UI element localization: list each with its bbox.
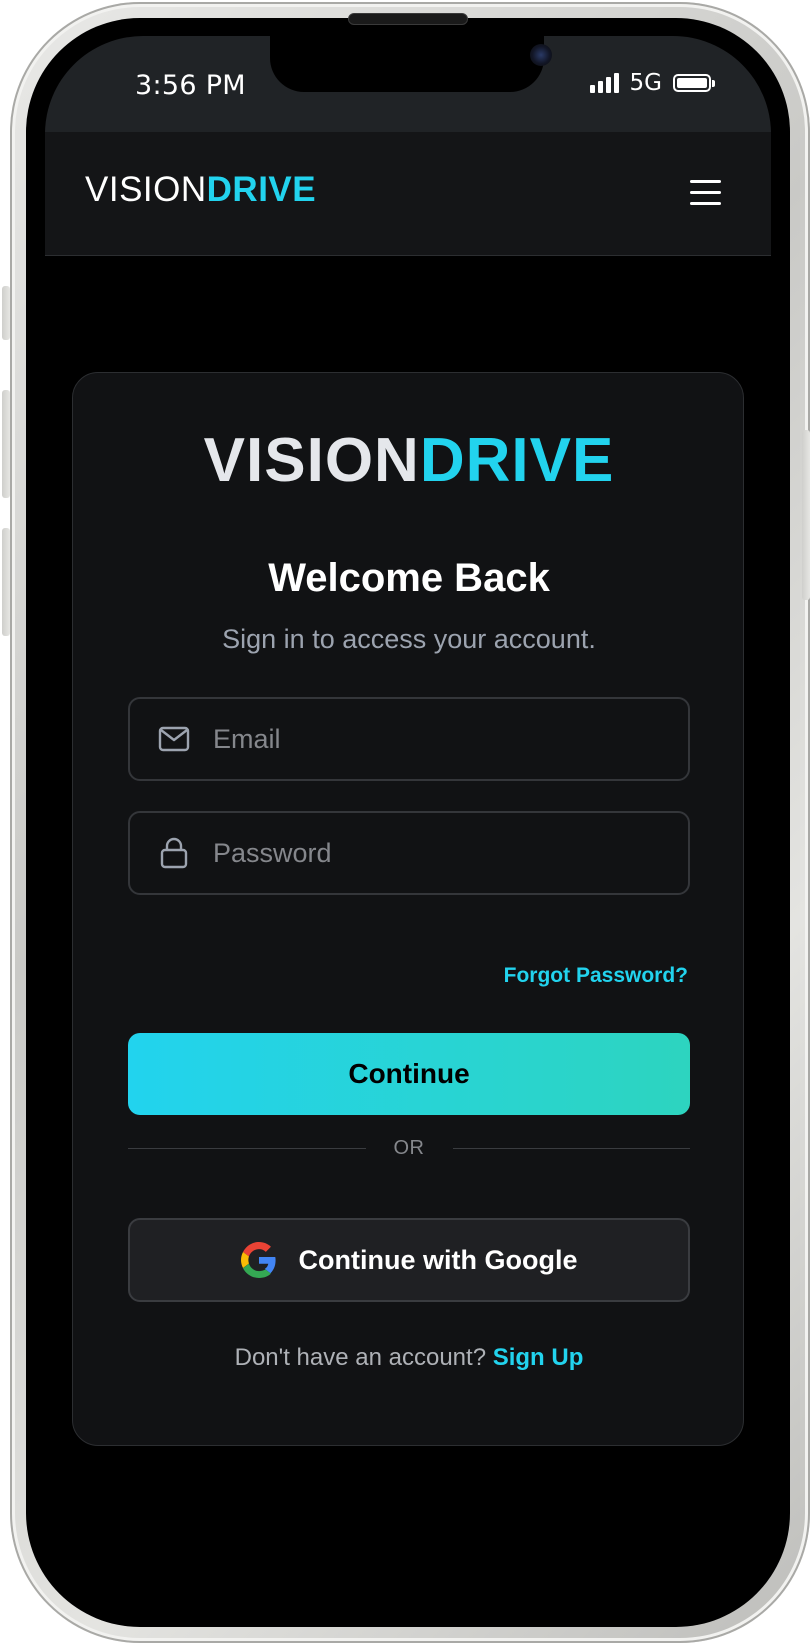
email-input[interactable] — [213, 699, 688, 779]
hamburger-menu-icon[interactable] — [683, 172, 727, 212]
continue-with-google-button[interactable]: Continue with Google — [128, 1218, 690, 1302]
forgot-password-link[interactable]: Forgot Password? — [504, 964, 688, 988]
password-input[interactable] — [213, 813, 688, 893]
divider-or-text: OR — [393, 1136, 425, 1159]
signup-prompt-text: Don't have an account? — [234, 1344, 487, 1371]
sign-up-link[interactable]: Sign Up — [493, 1344, 584, 1371]
phone-speaker — [348, 13, 468, 25]
battery-icon — [673, 74, 715, 92]
logo-text-drive: DRIVE — [419, 426, 615, 495]
or-divider: OR — [128, 1133, 690, 1163]
phone-volume-down-button — [2, 528, 10, 636]
dynamic-notch — [270, 36, 552, 92]
signup-prompt-row: Don't have an account? Sign Up — [73, 1344, 745, 1372]
front-camera-icon — [530, 44, 552, 66]
logo-text-vision: VISION — [203, 426, 420, 495]
header-logo[interactable]: VISIONDRIVE — [85, 170, 316, 210]
email-field[interactable] — [128, 697, 690, 781]
sign-in-card: VISIONDRIVE Welcome Back Sign in to acce… — [72, 372, 744, 1446]
page-title: Welcome Back — [268, 556, 550, 600]
phone-power-button — [802, 430, 810, 600]
page-subtitle: Sign in to access your account. — [222, 624, 596, 654]
google-button-label: Continue with Google — [298, 1244, 578, 1275]
network-type: 5G — [629, 70, 662, 96]
status-time: 3:56 PM — [135, 70, 246, 101]
logo-text-drive: DRIVE — [206, 170, 317, 209]
status-indicators: 5G — [589, 70, 715, 96]
phone-action-button — [2, 286, 10, 340]
status-bar: 3:56 PM 5G — [45, 36, 771, 132]
phone-screen: 3:56 PM 5G VISIONDRIVE VISIONDRIVE Welco… — [45, 36, 771, 1610]
card-logo: VISIONDRIVE — [73, 425, 745, 496]
divider-line — [128, 1147, 366, 1149]
logo-text-vision: VISION — [85, 170, 207, 209]
lock-icon — [157, 836, 191, 870]
signal-bars-icon — [589, 73, 619, 93]
app-header: VISIONDRIVE — [45, 132, 771, 256]
phone-volume-up-button — [2, 390, 10, 498]
divider-line — [452, 1147, 690, 1149]
google-logo-icon — [240, 1242, 277, 1278]
continue-button[interactable]: Continue — [128, 1033, 690, 1115]
password-field[interactable] — [128, 811, 690, 895]
mail-icon — [157, 722, 191, 756]
